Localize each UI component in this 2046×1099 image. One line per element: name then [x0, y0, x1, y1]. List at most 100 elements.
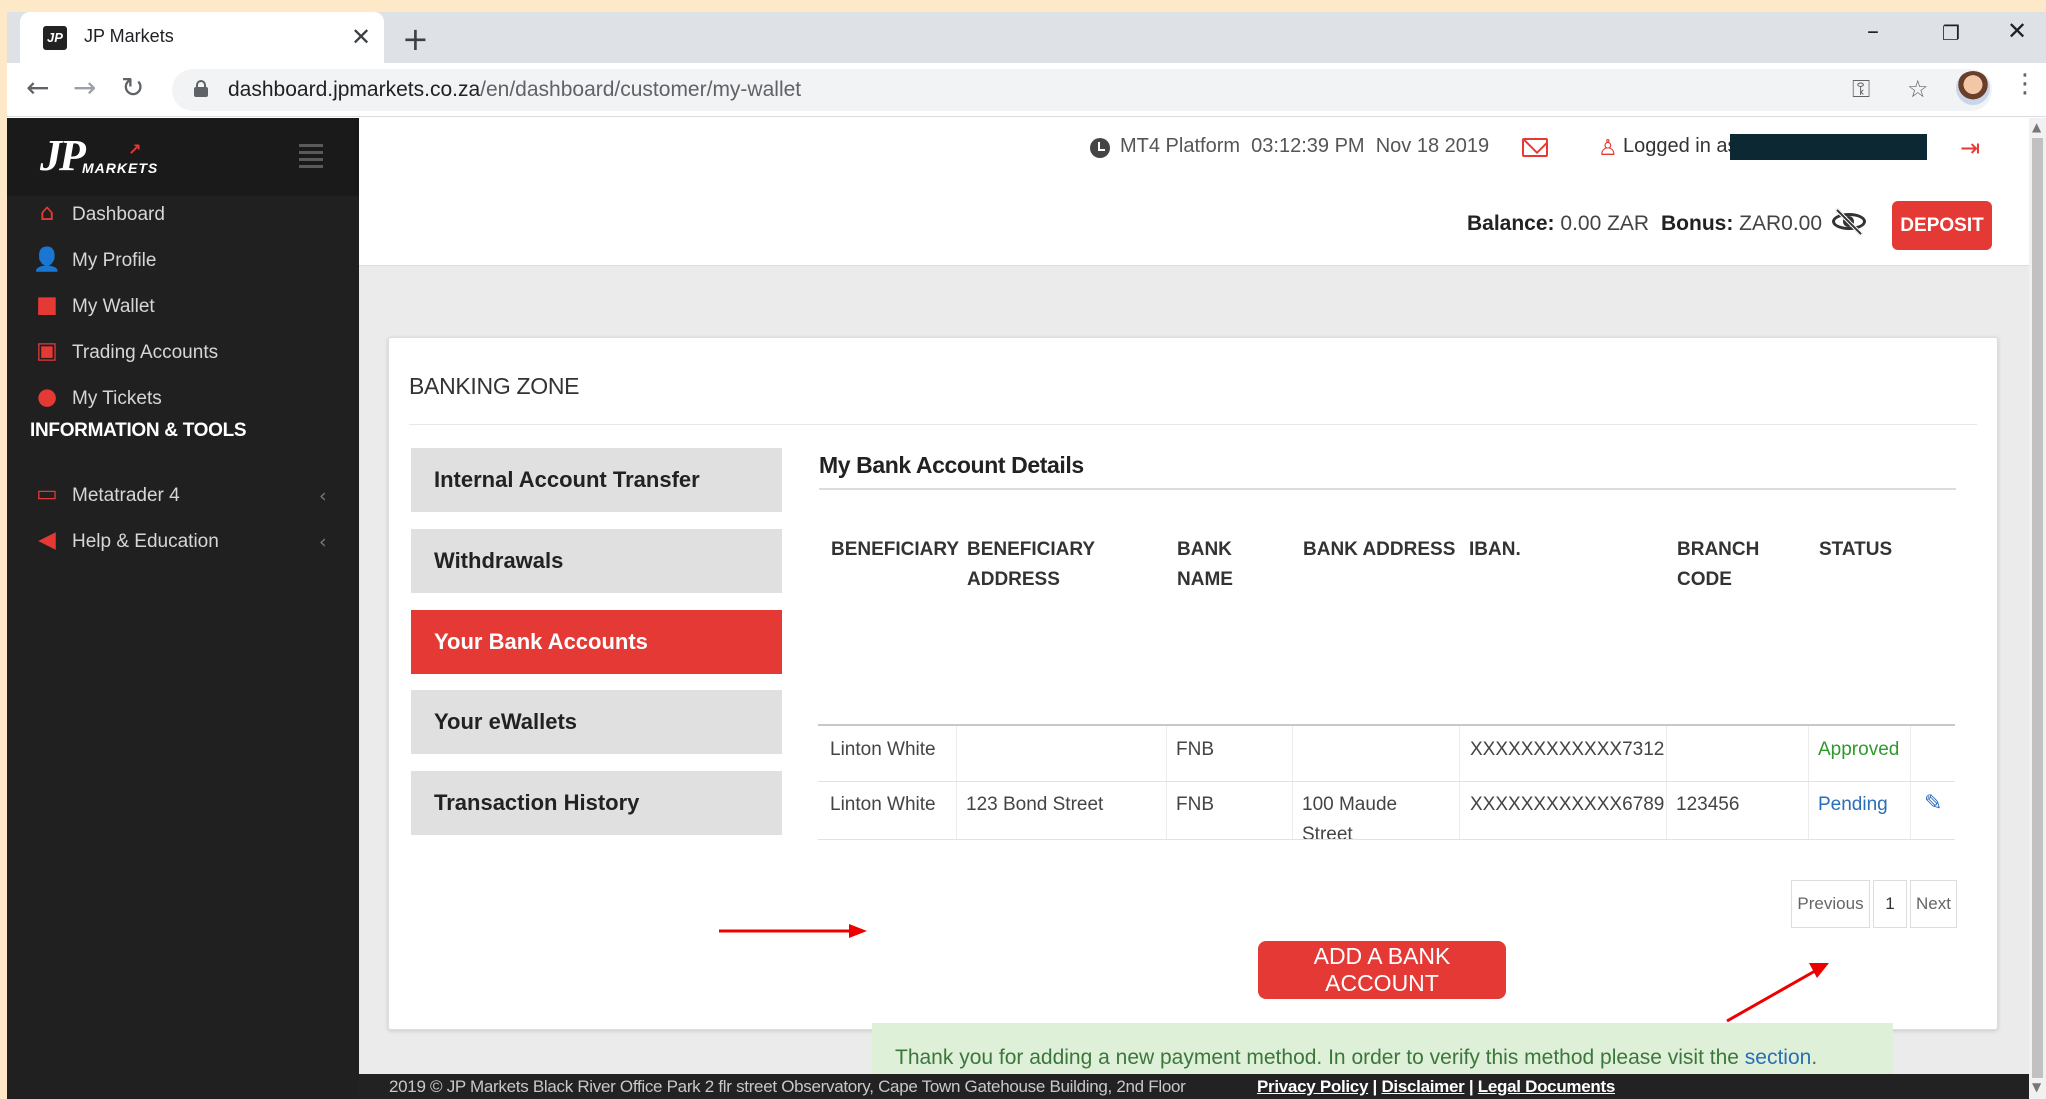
cell-bank-name: FNB	[1176, 794, 1214, 815]
page-scrollbar[interactable]: ▲ ▼	[2029, 118, 2046, 1099]
chart-spark-icon: ↗	[128, 140, 142, 159]
col-sep	[1910, 726, 1911, 839]
col-sep	[1666, 726, 1667, 839]
pager-page-1[interactable]: 1	[1873, 880, 1907, 928]
sidebar-item-my-profile[interactable]: 👤 My Profile	[7, 242, 359, 282]
eye-slash-icon[interactable]	[1832, 207, 1866, 237]
mail-icon[interactable]	[1522, 138, 1548, 157]
folder-icon: ■	[36, 292, 58, 318]
col-sep	[956, 726, 957, 839]
sidebar-item-my-wallet[interactable]: ■ My Wallet	[7, 288, 359, 328]
cell-status-approved: Approved	[1818, 739, 1900, 760]
cell-beneficiary-address: 123 Bond Street	[966, 794, 1104, 815]
chevron-left-icon: ‹	[319, 531, 327, 553]
annotation-arrow-icon	[719, 924, 867, 938]
new-tab-button[interactable]: +	[402, 20, 429, 58]
user-outline-icon: ♙	[1598, 136, 1618, 161]
sidebar-item-trading-accounts[interactable]: ▣ Trading Accounts	[7, 334, 359, 374]
browser-toolbar: ← → ↻ dashboard.jpmarkets.co.za/en/dashb…	[7, 63, 2046, 117]
logo-sub: MARKETS	[82, 160, 159, 176]
sidebar-item-label: My Profile	[72, 250, 157, 271]
footer-address: 2019 © JP Markets Black River Office Par…	[389, 1077, 1186, 1096]
forward-arrow-icon[interactable]: →	[73, 71, 96, 104]
user-icon: 👤	[32, 247, 62, 273]
sidebar-item-label: Help & Education	[72, 531, 219, 552]
sidebar-item-metatrader[interactable]: ▭ Metatrader 4 ‹	[7, 477, 359, 517]
logo-area: JP ↗ MARKETS	[7, 118, 359, 196]
lock-icon	[194, 80, 208, 97]
footer-links: Privacy Policy | Disclaimer | Legal Docu…	[1257, 1077, 1615, 1097]
col-sep	[1292, 726, 1293, 839]
monitor-icon: ▭	[36, 481, 58, 507]
cell-bank-address: 100 Maude Street	[1302, 794, 1398, 845]
star-icon[interactable]: ☆	[1907, 75, 1929, 103]
scroll-down-icon[interactable]: ▼	[2032, 1080, 2041, 1094]
sidebar-item-label: Trading Accounts	[72, 342, 219, 363]
hamburger-icon[interactable]	[299, 144, 323, 172]
briefcase-icon: ▣	[36, 338, 58, 364]
tab-title: JP Markets	[84, 26, 174, 46]
row-divider	[818, 839, 1955, 840]
tab-close-icon[interactable]: ✕	[351, 23, 371, 51]
add-bank-account-button[interactable]: ADD A BANK ACCOUNT	[1258, 941, 1506, 999]
back-arrow-icon[interactable]: ←	[26, 71, 49, 104]
sidebar-item-dashboard[interactable]: ⌂ Dashboard	[7, 196, 359, 236]
key-icon[interactable]: ⚿	[1852, 75, 1870, 103]
minimize-button[interactable]: –	[1867, 17, 1879, 45]
bank-table: Linton White FNB XXXXXXXXXXXX7312 Approv…	[388, 337, 1998, 1095]
url-text: dashboard.jpmarkets.co.za/en/dashboard/c…	[228, 78, 802, 101]
privacy-policy-link[interactable]: Privacy Policy	[1257, 1077, 1368, 1096]
home-icon: ⌂	[39, 200, 55, 226]
menu-kebab-icon[interactable]: ⋮	[2012, 69, 2038, 99]
chevron-left-icon: ‹	[319, 485, 327, 507]
sidebar-item-my-tickets[interactable]: ● My Tickets	[7, 380, 359, 420]
redacted-username	[1730, 134, 1927, 160]
scroll-thumb[interactable]	[2032, 138, 2043, 1078]
logout-icon[interactable]: ⇥	[1960, 134, 1980, 162]
bonus-display: Bonus: ZAR0.00	[1661, 212, 1823, 235]
col-sep	[1808, 726, 1809, 839]
annotation-arrow-icon	[1726, 963, 1829, 1023]
sidebar-section-heading: INFORMATION & TOOLS	[30, 420, 247, 441]
cell-beneficiary: Linton White	[830, 739, 936, 760]
footer: 2019 © JP Markets Black River Office Par…	[359, 1074, 2029, 1099]
scroll-up-icon[interactable]: ▲	[2032, 120, 2041, 134]
profile-avatar[interactable]	[1956, 71, 1990, 105]
footer-sep: |	[1372, 1077, 1378, 1096]
pencil-edit-icon[interactable]: ✎	[1924, 791, 1942, 816]
pager-previous[interactable]: Previous	[1791, 880, 1870, 928]
restore-button[interactable]: ❐	[1942, 21, 1960, 45]
top-header: MT4 Platform 03:12:39 PM Nov 18 2019 ♙ L…	[359, 118, 2029, 190]
sidebar-item-help-education[interactable]: ◀ Help & Education ‹	[7, 523, 359, 563]
clock-icon	[1090, 138, 1110, 158]
pager-next[interactable]: Next	[1910, 880, 1957, 928]
logo[interactable]: JP	[40, 130, 86, 181]
disclaimer-link[interactable]: Disclaimer	[1381, 1077, 1464, 1096]
sidebar-item-label: My Tickets	[72, 388, 162, 409]
close-window-button[interactable]: ✕	[2007, 17, 2027, 45]
deposit-button[interactable]: DEPOSIT	[1892, 201, 1992, 250]
cell-status-pending: Pending	[1818, 794, 1888, 815]
col-sep	[1166, 726, 1167, 839]
tab-strip: JP JP Markets ✕ + – ❐ ✕	[7, 12, 2046, 63]
favicon-icon: JP	[43, 26, 67, 50]
browser-tab[interactable]: JP JP Markets ✕	[20, 12, 384, 63]
address-bar[interactable]: dashboard.jpmarkets.co.za/en/dashboard/c…	[172, 69, 1992, 111]
balance-bar: Balance: 0.00 ZAR Bonus: ZAR0.00 DEPOSIT	[359, 190, 2029, 266]
chat-icon: ●	[36, 384, 58, 410]
reload-icon[interactable]: ↻	[121, 71, 144, 104]
cell-beneficiary: Linton White	[830, 794, 936, 815]
col-sep	[1459, 726, 1460, 839]
logged-in-label: Logged in as	[1623, 135, 1738, 157]
verify-section-link[interactable]: section	[1745, 1046, 1812, 1069]
megaphone-icon: ◀	[38, 527, 56, 553]
legal-documents-link[interactable]: Legal Documents	[1478, 1077, 1616, 1096]
cell-iban: XXXXXXXXXXXX7312	[1470, 739, 1665, 760]
alert-text: Thank you for adding a new payment metho…	[895, 1046, 1818, 1069]
sidebar: JP ↗ MARKETS ⌂ Dashboard 👤 My Profile ■ …	[7, 118, 359, 1099]
cell-bank-name: FNB	[1176, 739, 1214, 760]
sidebar-item-label: My Wallet	[72, 296, 155, 317]
page-viewport: JP ↗ MARKETS ⌂ Dashboard 👤 My Profile ■ …	[7, 118, 2029, 1099]
sidebar-item-label: Metatrader 4	[72, 485, 180, 506]
balance-display: Balance: 0.00 ZAR	[1467, 212, 1650, 235]
